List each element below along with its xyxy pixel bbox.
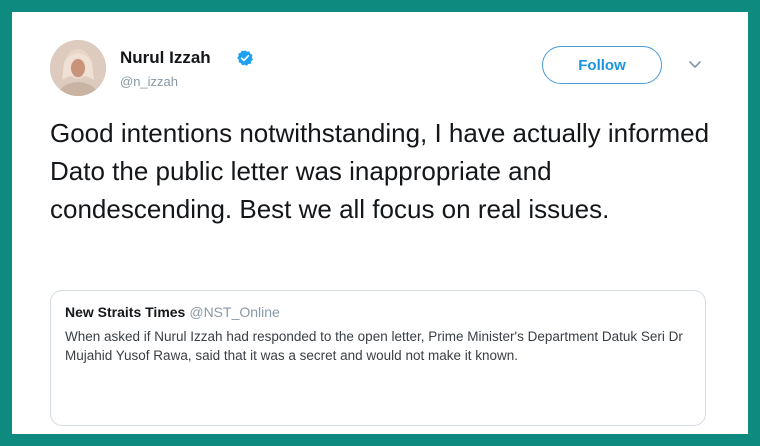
avatar-portrait [50, 40, 106, 96]
author-handle[interactable]: @n_izzah [120, 74, 178, 89]
quoted-tweet[interactable]: New Straits Times @NST_Online When asked … [50, 290, 706, 426]
author-name[interactable]: Nurul Izzah [120, 48, 211, 68]
quoted-author-handle: @NST_Online [189, 304, 280, 320]
quoted-tweet-header: New Straits Times @NST_Online [65, 303, 691, 321]
chevron-down-icon[interactable] [688, 60, 702, 70]
verified-badge-icon [237, 50, 253, 66]
quoted-tweet-text: When asked if Nurul Izzah had responded … [65, 329, 683, 363]
tweet-card: Nurul Izzah @n_izzah Follow Good intenti… [12, 12, 748, 434]
avatar[interactable] [50, 40, 106, 96]
quoted-author-name: New Straits Times [65, 304, 186, 320]
follow-button[interactable]: Follow [542, 46, 662, 84]
tweet-text: Good intentions notwithstanding, I have … [50, 118, 710, 224]
